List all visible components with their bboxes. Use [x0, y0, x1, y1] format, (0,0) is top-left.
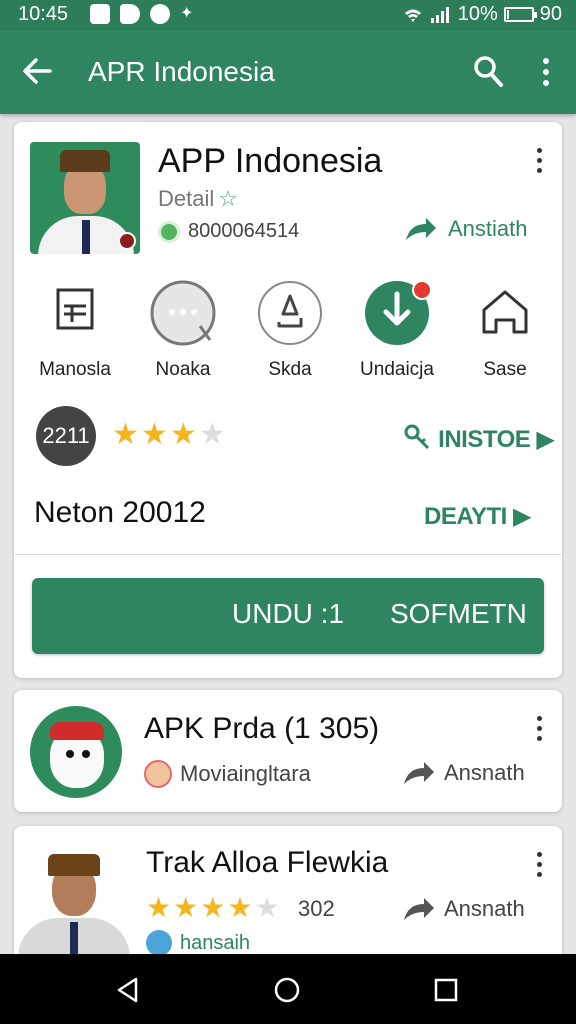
download-icon	[365, 280, 432, 345]
list-item-action[interactable]: Ansnath	[402, 896, 525, 922]
emblem-icon	[118, 232, 136, 250]
share-icon	[258, 281, 322, 345]
action-sase[interactable]: Sase	[460, 280, 550, 381]
footer-text: hansaih	[180, 931, 251, 954]
star-icon: ★	[198, 418, 226, 451]
home-icon	[482, 290, 528, 334]
download-button[interactable]: UNDU :1 SOFMETN	[32, 578, 544, 654]
message-icon	[120, 4, 140, 24]
search-icon[interactable]	[472, 54, 504, 88]
app-subtitle: Detail ☆	[158, 186, 238, 212]
action-label: Manosla	[39, 359, 111, 380]
detail-link-label: DEAYTI	[424, 503, 507, 530]
star-icon: ★	[112, 418, 139, 451]
battery-icon	[503, 7, 537, 22]
app-id: 8000064514	[158, 220, 299, 243]
form-icon	[56, 288, 94, 330]
share-arrow-icon	[404, 898, 434, 920]
sync-icon	[150, 4, 170, 24]
play-arrow-icon: ▶	[536, 426, 555, 453]
list-item-title: APK Prda (1 305)	[144, 712, 380, 745]
action-noaka[interactable]: Noaka	[138, 280, 228, 381]
status-bar: 10:45 ✦ 10% 90	[0, 0, 576, 30]
star-icon: ★	[140, 418, 168, 451]
more-vert-icon[interactable]	[536, 56, 556, 88]
star-outline-icon: ☆	[218, 186, 238, 211]
star-icon: ★	[169, 418, 197, 451]
list-item-action[interactable]: Ansnath	[402, 760, 525, 786]
share-arrow-icon	[406, 218, 436, 240]
list-item-menu-icon[interactable]	[534, 852, 544, 880]
key-icon	[404, 424, 430, 450]
install-action[interactable]: Anstiath	[404, 216, 528, 242]
status-extra: 90	[539, 3, 562, 25]
list-item-footer: hansaih	[146, 930, 250, 956]
rating-stars: ★ ★ ★ ★ ★	[146, 894, 280, 922]
play-arrow-icon: ▶	[512, 503, 531, 530]
action-label: Noaka	[155, 359, 211, 380]
card-menu-icon[interactable]	[534, 148, 544, 176]
list-item[interactable]: APK Prda (1 305) Moviaingltara Ansnath	[14, 690, 562, 812]
share-arrow-icon	[404, 762, 434, 784]
mascot-avatar	[30, 706, 122, 798]
wifi-icon	[404, 9, 421, 22]
notification-icon	[90, 4, 110, 24]
star-icon: ★	[146, 892, 172, 923]
action-label: Undaicja	[360, 359, 434, 380]
app-bar: APR Indonesia	[0, 30, 576, 114]
action-label: Sase	[483, 359, 527, 380]
nav-back-icon[interactable]	[114, 976, 142, 1004]
action-manosla[interactable]: Manosla	[30, 280, 120, 381]
mini-avatar	[144, 760, 172, 788]
install-link-label: INISTOE	[438, 426, 531, 453]
subtitle-text: Moviaingltara	[180, 761, 311, 786]
action-label: Skda	[268, 359, 312, 380]
rating-badge: 2211	[36, 406, 96, 466]
install-action-label: Anstiath	[448, 216, 528, 241]
app-detail-card: APP Indonesia Detail ☆ 8000064514 Anstiat…	[14, 122, 562, 678]
version-text: Neton 20012	[34, 496, 206, 529]
list-item[interactable]: Trak Alloa Flewkia ★ ★ ★ ★ ★ 302 Ansnath han…	[14, 826, 562, 966]
install-link[interactable]: INISTOE ▶	[402, 422, 555, 454]
person-avatar	[14, 838, 134, 966]
list-item-title: Trak Alloa Flewkia	[146, 846, 389, 879]
action-skda[interactable]: Skda	[245, 280, 335, 381]
cta-left-label: UNDU :1	[232, 598, 345, 629]
back-arrow-icon[interactable]	[20, 54, 54, 88]
list-item-menu-icon[interactable]	[534, 716, 544, 744]
battery-percent: 10%	[457, 3, 498, 25]
star-icon: ★	[227, 892, 253, 923]
subtitle-text: Detail	[158, 186, 215, 211]
action-label: Ansnath	[444, 760, 525, 785]
rating-count: 302	[298, 896, 335, 921]
app-id-text: 8000064514	[188, 220, 300, 242]
action-undaicja[interactable]: Undaicja	[352, 280, 442, 381]
system-nav-bar	[0, 954, 576, 1024]
rating-stars: ★ ★ ★ ★	[112, 420, 226, 450]
chat-icon	[150, 280, 216, 346]
detail-link[interactable]: DEAYTI ▶	[424, 502, 531, 531]
nav-recents-icon[interactable]	[432, 976, 460, 1004]
verified-icon	[158, 220, 180, 243]
action-label: Ansnath	[444, 896, 525, 921]
signal-icon	[430, 6, 449, 23]
app-hero-image	[30, 142, 140, 254]
list-item-subtitle: Moviaingltara	[144, 760, 311, 788]
star-icon: ★	[200, 892, 226, 923]
cta-right-label: SOFMETN	[390, 598, 527, 629]
globe-icon	[146, 930, 172, 956]
star-icon: ★	[254, 892, 280, 923]
star-icon: ✦	[180, 5, 194, 22]
app-title: APP Indonesia	[158, 142, 383, 180]
nav-home-icon[interactable]	[273, 976, 301, 1004]
status-time: 10:45	[18, 3, 69, 25]
divider	[14, 554, 562, 555]
star-icon: ★	[173, 892, 199, 923]
page-title: APR Indonesia	[88, 56, 275, 87]
